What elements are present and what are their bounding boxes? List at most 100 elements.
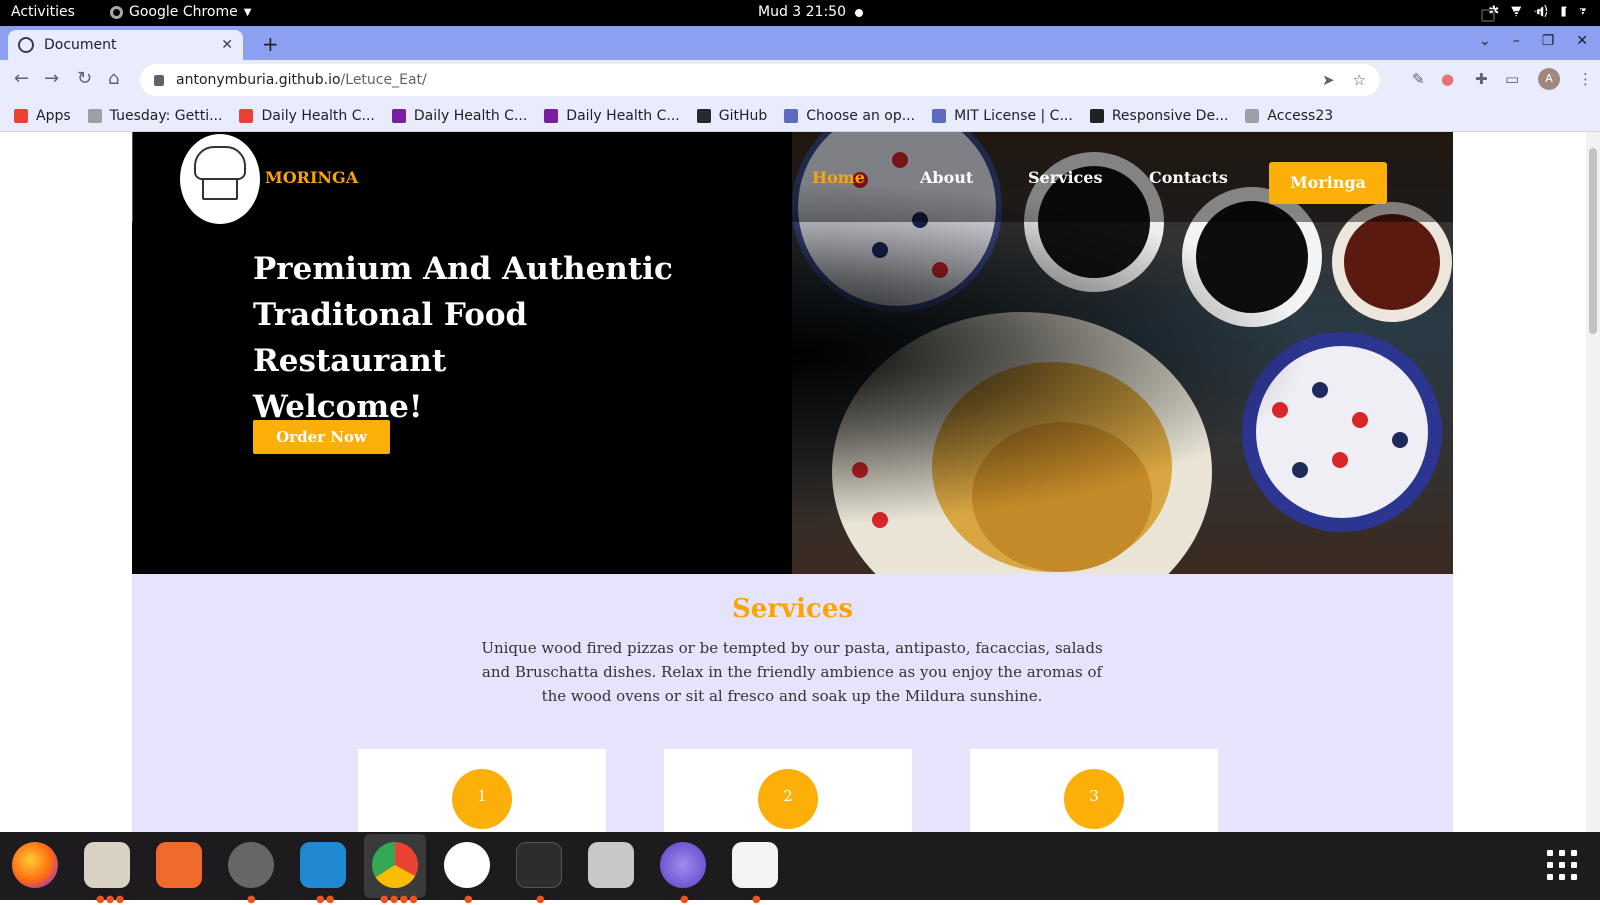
home-icon[interactable]: ⌂ (108, 68, 119, 89)
reading-list-button[interactable]: Reading list (1481, 7, 1585, 23)
tab-title: Document (44, 37, 117, 53)
nav-home[interactable]: Home (812, 168, 865, 187)
tab-document[interactable]: Document ✕ (8, 30, 243, 60)
slack-icon[interactable] (444, 842, 490, 888)
nav-services[interactable]: Services (1028, 168, 1102, 187)
browser-toolbar: ← → ↻ ⌂ antonymburia.github.io/Letuce_Ea… (0, 60, 1600, 100)
app-menu[interactable]: Google Chrome ▼ (110, 4, 251, 20)
scrollbar-thumb[interactable] (1589, 148, 1597, 334)
order-now-button[interactable]: Order Now (253, 420, 390, 454)
bookmark-icon (932, 108, 947, 123)
hero-section: MORINGA Home About Services Contacts Mor… (132, 132, 1453, 574)
nav-moringa-button[interactable]: Moringa (1269, 162, 1387, 204)
bookmark-item[interactable]: Daily Health C... (239, 107, 375, 124)
pen-extension-icon[interactable]: ✎ (1412, 70, 1425, 88)
bookmark-item[interactable]: Daily Health C... (391, 107, 528, 124)
page-scrollbar[interactable] (1586, 132, 1600, 832)
bookmark-icon (87, 108, 102, 123)
chrome-small-icon (110, 5, 123, 19)
globe-icon (18, 37, 34, 53)
bookmark-label: Responsive De... (1111, 107, 1229, 124)
bookmark-label: Access23 (1267, 107, 1334, 124)
terminal-icon[interactable] (516, 842, 562, 888)
service-card-1: 1 (358, 749, 606, 832)
clock[interactable]: Mud 3 21:50 (758, 4, 846, 20)
send-tab-icon[interactable]: ➤ (1322, 71, 1335, 89)
bookmark-item[interactable]: Apps (14, 108, 71, 124)
forward-icon[interactable]: → (44, 68, 59, 89)
bookmark-label: Daily Health C... (413, 107, 528, 124)
chef-hat-logo-icon[interactable] (180, 134, 260, 224)
tab-strip: Document ✕ + ⌄ – ❐ ✕ (0, 26, 1600, 60)
close-window-icon[interactable]: ✕ (1576, 33, 1588, 49)
services-section: Services Unique wood fired pizzas or be … (132, 574, 1453, 832)
settings-icon[interactable] (228, 842, 274, 888)
hero-headline: Premium And Authentic Traditonal Food Re… (253, 246, 673, 430)
bookmark-icon (696, 108, 711, 123)
profile-avatar[interactable]: A (1538, 68, 1560, 90)
cast-icon[interactable]: ▭ (1505, 70, 1519, 88)
bookmarks-overflow-icon[interactable]: » (1449, 7, 1458, 23)
bookmark-item[interactable]: Access23 (1245, 108, 1333, 124)
service-number-badge: 2 (758, 769, 818, 829)
services-description: Unique wood fired pizzas or be tempted b… (481, 639, 1103, 705)
reload-icon[interactable]: ↻ (77, 68, 92, 89)
service-card-2: 2 (664, 749, 912, 832)
close-tab-icon[interactable]: ✕ (221, 37, 233, 53)
activities-button[interactable]: Activities (11, 4, 75, 20)
nav-about[interactable]: About (920, 168, 973, 187)
show-applications-icon[interactable] (1547, 850, 1577, 880)
bookmark-label: Daily Health C... (566, 107, 680, 124)
back-icon[interactable]: ← (14, 68, 29, 89)
url-path: /Letuce_Eat/ (340, 72, 427, 88)
restore-icon[interactable]: ❐ (1542, 33, 1555, 49)
system-top-bar: Activities Google Chrome ▼ Mud 3 21:50 ✱… (0, 0, 1600, 26)
bookmark-item[interactable]: Responsive De... (1089, 107, 1229, 124)
bookmark-star-icon[interactable]: ☆ (1353, 71, 1366, 89)
notification-dot (855, 9, 863, 17)
bookmark-label: Tuesday: Getti... (109, 107, 223, 124)
image-viewer-icon[interactable] (588, 842, 634, 888)
bookmark-label: GitHub (718, 107, 768, 124)
bookmarks-bar: Apps Tuesday: Getti... Daily Health C... Da… (0, 100, 1600, 132)
firefox-icon[interactable] (12, 842, 58, 888)
brand-name[interactable]: MORINGA (265, 168, 358, 187)
files-icon[interactable] (84, 842, 130, 888)
website: MORINGA Home About Services Contacts Mor… (132, 132, 1453, 832)
menu-kebab-icon[interactable]: ⋮ (1578, 70, 1593, 88)
service-number-badge: 3 (1064, 769, 1124, 829)
text-editor-icon[interactable] (732, 842, 778, 888)
url-host: antonymburia.github.io (176, 72, 341, 88)
app-center-icon[interactable] (156, 842, 202, 888)
record-extension-icon[interactable]: ● (1441, 70, 1454, 88)
bookmark-item[interactable]: Daily Health C... (544, 107, 680, 124)
bookmark-icon (544, 108, 559, 123)
bookmark-item[interactable]: GitHub (696, 107, 768, 124)
page-viewport: MORINGA Home About Services Contacts Mor… (0, 132, 1600, 832)
new-tab-button[interactable]: + (262, 32, 279, 56)
bookmark-label: Apps (36, 107, 71, 124)
bookmark-icon (784, 108, 799, 123)
bookmark-icon (1245, 108, 1260, 123)
bookmark-item[interactable]: Choose an op... (784, 108, 915, 124)
bookmark-item[interactable]: MIT License | C... (932, 108, 1073, 124)
tab-search-icon[interactable]: ⌄ (1479, 33, 1491, 49)
address-bar[interactable]: antonymburia.github.io/Letuce_Eat/ ➤ ☆ (140, 64, 1380, 96)
bookmark-icon (391, 108, 406, 123)
services-title: Services (731, 594, 853, 624)
lock-icon (154, 74, 164, 86)
bookmark-label: MIT License | C... (954, 107, 1073, 124)
minimize-icon[interactable]: – (1513, 33, 1520, 49)
vscode-icon[interactable] (300, 842, 346, 888)
headline-line-2: Traditonal Food Restaurant (253, 297, 528, 379)
bookmark-icon (239, 108, 254, 123)
nav-contacts[interactable]: Contacts (1149, 168, 1228, 187)
extensions-puzzle-icon[interactable]: ✚ (1475, 70, 1488, 88)
chrome-icon[interactable] (372, 842, 418, 888)
bookmark-icon (14, 108, 28, 123)
network-icon[interactable] (660, 842, 706, 888)
window-controls: ⌄ – ❐ ✕ (1479, 33, 1588, 49)
bookmark-item[interactable]: Tuesday: Getti... (87, 107, 223, 124)
bookmark-label: Daily Health C... (261, 107, 375, 124)
service-card-3: 3 (970, 749, 1218, 832)
